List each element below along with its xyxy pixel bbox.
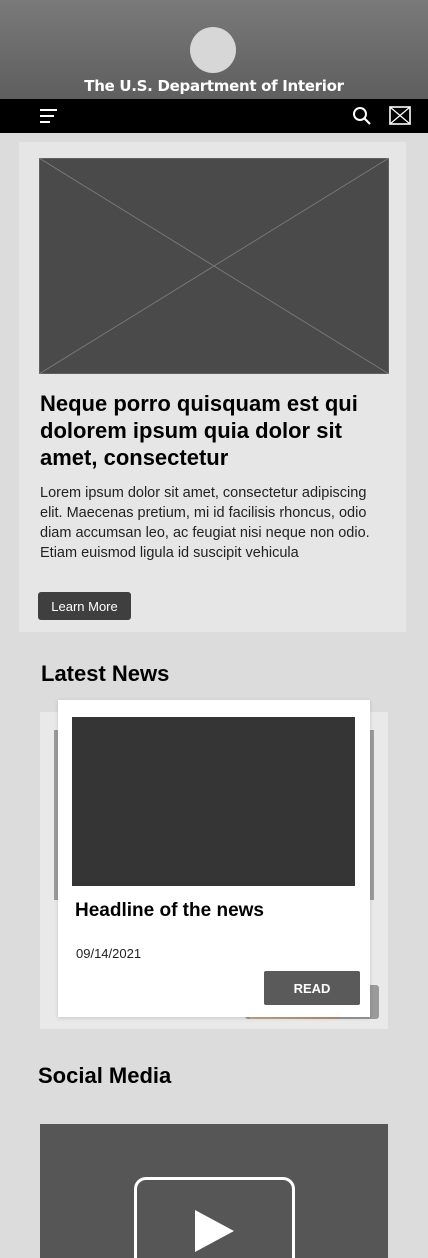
read-button[interactable]: READ [264, 971, 360, 1005]
news-headline: Headline of the news [75, 900, 264, 921]
nav-bar [0, 99, 428, 133]
play-button-icon[interactable] [134, 1177, 295, 1258]
news-image-placeholder [72, 717, 355, 886]
hero-card: Neque porro quisquam est qui dolorem ips… [19, 142, 406, 632]
mail-icon[interactable] [389, 106, 411, 125]
site-header: The U.S. Department of Interior [0, 0, 428, 99]
hamburger-menu-icon[interactable] [40, 108, 58, 124]
play-triangle-icon [195, 1210, 234, 1252]
news-card[interactable]: Headline of the news 09/14/2021 READ [58, 700, 370, 1017]
social-video-player[interactable] [40, 1124, 388, 1258]
department-logo[interactable] [190, 27, 236, 73]
hero-image-placeholder [38, 157, 390, 375]
news-date: 09/14/2021 [76, 946, 142, 961]
social-media-title: Social Media [38, 1063, 172, 1088]
site-title: The U.S. Department of Interior [84, 77, 344, 95]
hero-text: Lorem ipsum dolor sit amet, consectetur … [40, 485, 370, 561]
latest-news-title: Latest News [41, 661, 170, 686]
learn-more-button[interactable]: Learn More [38, 592, 131, 620]
hero-title: Neque porro quisquam est qui dolorem ips… [40, 391, 358, 470]
search-icon[interactable] [352, 106, 372, 126]
